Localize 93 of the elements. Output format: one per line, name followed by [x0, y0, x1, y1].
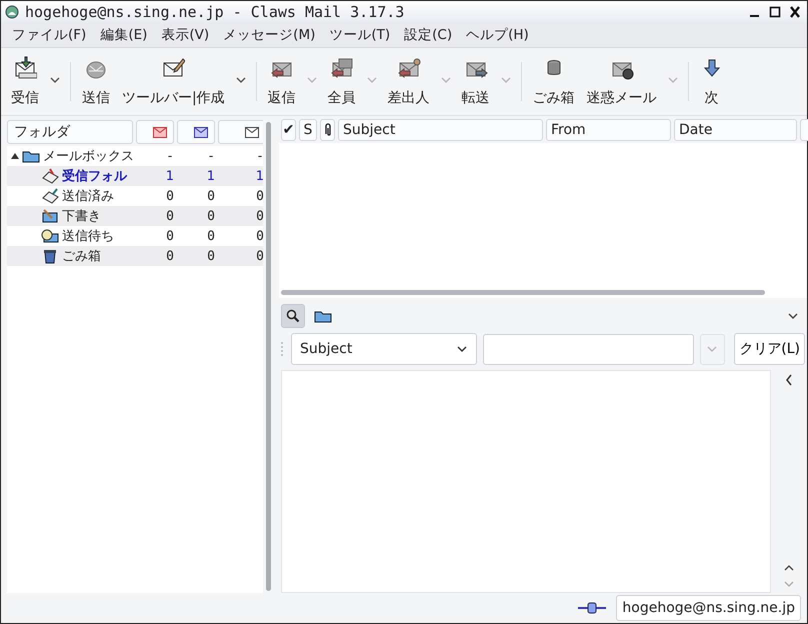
count-cell-text: 1 [206, 168, 216, 184]
count-cell-text: 0 [206, 208, 216, 224]
count-cell-text: 0 [255, 248, 265, 264]
envelopes-reply-icon [330, 56, 354, 80]
menu-item[interactable]: メッセージ(M) [216, 26, 322, 44]
search-toggle-button[interactable] [281, 304, 305, 328]
menu-item[interactable]: 表示(V) [154, 26, 216, 44]
folder-name: 受信フォル [62, 168, 127, 185]
toolbar-button[interactable]: 受信 [5, 48, 45, 115]
folder-row[interactable]: 送信済み 0 0 0 [7, 186, 263, 206]
count-cell-text: 0 [206, 248, 216, 264]
count-cell-text: 0 [206, 228, 216, 244]
menu-item[interactable]: 設定(C) [397, 26, 460, 44]
folder-row[interactable]: 送信待ち 0 0 0 [7, 226, 263, 246]
chevron-down-icon [234, 76, 247, 84]
folder-row[interactable]: ごみ箱 0 0 0 [7, 246, 263, 266]
count-cell-text: 0 [255, 228, 265, 244]
trash-can-icon [41, 248, 59, 264]
count-cell-text: 0 [165, 208, 175, 224]
folder-clock-icon [41, 228, 59, 244]
folder-name: 下書き [62, 208, 101, 225]
close-icon[interactable] [789, 5, 801, 19]
envelope-unread-icon [194, 126, 208, 138]
toolbar-button[interactable]: 次 [694, 48, 730, 115]
clear-button[interactable]: クリア(L) [734, 333, 805, 365]
window-title: hogehoge@ns.sing.ne.jp - Claws Mail 3.17.3 [25, 3, 406, 21]
menu-item[interactable]: ツール(T) [322, 26, 398, 44]
toolbar-button[interactable]: 転送 [456, 48, 496, 115]
account-label[interactable]: hogehoge@ns.sing.ne.jp [616, 595, 801, 621]
chevron-down-icon [706, 345, 718, 353]
chevron-left-icon[interactable] [785, 374, 793, 386]
column-header[interactable] [320, 119, 335, 141]
expander-icon[interactable] [11, 152, 19, 160]
count-cell-text: 0 [165, 228, 175, 244]
envelope-person-icon [396, 56, 421, 80]
chevron-down-icon [49, 76, 61, 84]
count-cell-text: 1 [254, 168, 265, 184]
chevron-down-icon [500, 76, 512, 84]
envelope-download-icon [13, 56, 37, 80]
app-logo-icon [5, 5, 19, 19]
count-cell-text: 1 [164, 168, 175, 184]
column-header[interactable] [218, 120, 266, 144]
column-header[interactable]: ✔ [281, 119, 296, 141]
folder-icon [22, 149, 40, 163]
menu-item[interactable]: ヘルプ(H) [459, 26, 536, 44]
folder-icon [314, 309, 332, 323]
paperclip-icon [324, 123, 332, 137]
folder-row[interactable]: 受信フォル 1 1 1 [7, 166, 263, 186]
column-header[interactable]: Date [674, 119, 797, 141]
count-cell-text: - [165, 148, 175, 164]
maximize-icon[interactable] [769, 5, 781, 19]
column-header[interactable]: From [546, 119, 671, 141]
count-cell-text: 0 [255, 188, 265, 204]
folder-name: ごみ箱 [62, 248, 101, 265]
chevron-down-icon [440, 76, 452, 84]
folder-row[interactable]: メールボックス - - - [7, 146, 263, 166]
search-field[interactable] [482, 334, 694, 364]
count-cell-text: 0 [165, 188, 175, 204]
folder-name: 送信済み [62, 188, 114, 205]
count-cell-text: 0 [255, 208, 265, 224]
search-icon [286, 309, 300, 323]
folder-pen-icon [41, 208, 59, 224]
scrollbar[interactable] [266, 122, 271, 591]
toolbar-button[interactable]: 全員 [322, 48, 362, 115]
column-header[interactable]: Subject [338, 119, 543, 141]
toolbar-button[interactable]: 差出人 [382, 48, 436, 115]
chevron-up-icon[interactable] [783, 563, 795, 573]
folder-name: メールボックス [43, 148, 134, 165]
chevron-down-icon [787, 312, 799, 320]
count-cell-text: - [255, 148, 265, 164]
count-cell-text: - [206, 148, 216, 164]
folder-row[interactable]: 下書き 0 0 0 [7, 206, 263, 226]
toolbar-button[interactable]: 送信 [76, 48, 116, 115]
column-header[interactable]: S [299, 119, 317, 141]
chevron-down-icon [666, 76, 679, 84]
field-dropdown[interactable]: Subject [290, 333, 477, 365]
chevron-down-icon [366, 76, 378, 84]
count-cell-text: 0 [206, 188, 216, 204]
folder-name: 送信待ち [62, 228, 114, 245]
envelope-total-icon [245, 126, 259, 138]
scrollbar[interactable] [281, 290, 765, 295]
menu-item[interactable]: ファイル(F) [5, 26, 94, 44]
column-header[interactable] [177, 120, 215, 144]
count-cell-text: 0 [165, 248, 175, 264]
column-header[interactable]: フォルダ [7, 120, 133, 144]
toolbar-button[interactable]: ツールバー|作成 [116, 48, 231, 115]
toolbar-button[interactable]: ごみ箱 [526, 48, 581, 115]
toolbar-button[interactable]: 迷惑メール [580, 48, 663, 115]
chevron-down-icon [456, 345, 468, 353]
menu-item[interactable]: 編集(E) [93, 26, 154, 44]
chevron-down-icon [306, 76, 318, 84]
toolbar-button[interactable]: 返信 [262, 48, 302, 115]
envelope-new-icon [153, 126, 167, 138]
